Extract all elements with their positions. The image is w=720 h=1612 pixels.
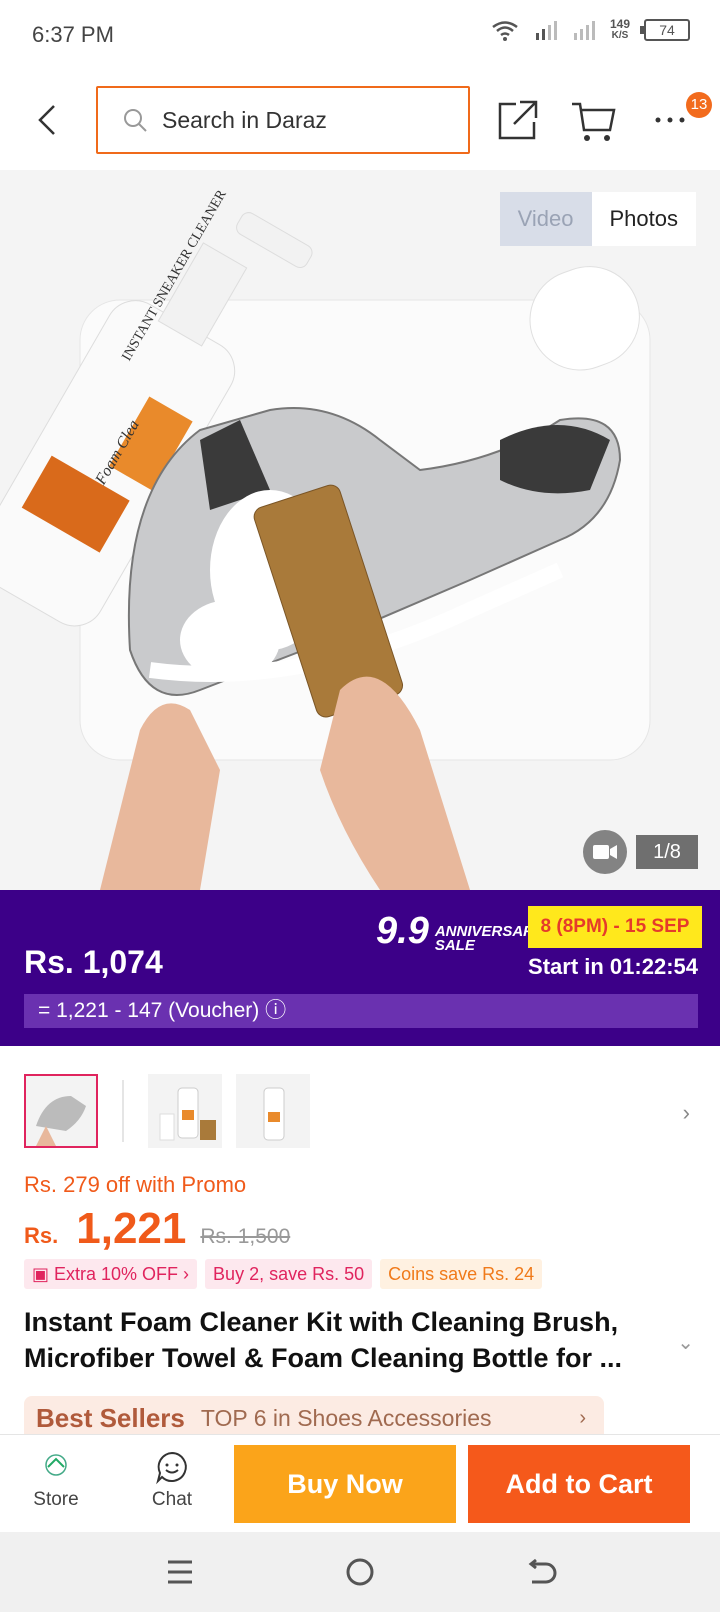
promo-code-text[interactable]: Rs. 279 off with Promo: [24, 1172, 246, 1198]
net-speed: 149 K/S: [609, 17, 630, 41]
system-nav-bar: [0, 1532, 720, 1612]
thumbnail-3[interactable]: [236, 1074, 310, 1148]
cart-icon[interactable]: [570, 96, 618, 144]
price-block: Rs. 1,221 Rs. 1,500: [24, 1204, 290, 1254]
expand-title-icon[interactable]: ⌄: [677, 1330, 694, 1355]
bottom-action-bar: Store Chat Buy Now Add to Cart: [0, 1434, 720, 1532]
best-seller-rank: TOP 6 in Shoes Accessories: [200, 1404, 492, 1431]
back-icon[interactable]: [30, 100, 70, 140]
thumbnail-2[interactable]: [148, 1074, 222, 1148]
back-nav-icon[interactable]: [520, 1552, 560, 1592]
tab-video[interactable]: Video: [499, 192, 592, 246]
current-price: 1,221: [76, 1204, 187, 1253]
wifi-icon: [492, 21, 518, 41]
campaign-countdown: Start in 01:22:54: [528, 954, 698, 979]
voucher-icon: ▣: [32, 1264, 55, 1284]
home-icon[interactable]: [340, 1552, 380, 1592]
image-counter: 1/8: [636, 835, 698, 869]
offer-chips: ▣ Extra 10% OFF › Buy 2, save Rs. 50 Coi…: [24, 1259, 543, 1289]
store-logo-icon: [45, 1454, 67, 1476]
search-icon: [124, 109, 147, 132]
product-title: Instant Foam Cleaner Kit with Cleaning B…: [24, 1307, 623, 1373]
store-label: Store: [33, 1489, 79, 1510]
extra-off-chip[interactable]: ▣ Extra 10% OFF ›: [24, 1259, 198, 1289]
campaign-price: Rs. 1,074: [24, 944, 163, 980]
signal-icon: [535, 21, 557, 40]
thumbnail-strip: ›: [0, 1074, 720, 1152]
battery-icon: 74: [640, 19, 690, 41]
add-to-cart-button[interactable]: Add to Cart: [468, 1445, 690, 1523]
status-bar: 6:37 PM 149 K/S 74: [0, 0, 720, 72]
buy-now-button[interactable]: Buy Now: [234, 1445, 456, 1523]
voucher-breakdown[interactable]: = 1,221 - 147 (Voucher) ⓘ: [24, 994, 698, 1028]
status-icons: 149 K/S 74: [490, 18, 690, 42]
original-price: Rs. 1,500: [200, 1225, 291, 1248]
coins-chip[interactable]: Coins save Rs. 24: [380, 1259, 543, 1289]
store-button[interactable]: Store: [18, 1447, 94, 1511]
extra-off-label: Extra 10% OFF: [54, 1264, 179, 1284]
video-camera-icon[interactable]: [583, 830, 627, 874]
bundle-chip[interactable]: Buy 2, save Rs. 50: [205, 1259, 373, 1289]
product-image-gallery[interactable]: INSTANT SNEAKER CLEANER Foam Clea Video …: [0, 170, 720, 890]
thumbnail-next-icon[interactable]: ›: [683, 1100, 690, 1126]
net-speed-unit: K/S: [611, 30, 629, 41]
net-speed-value: 149: [609, 17, 630, 31]
signal-icon-2: [573, 21, 595, 40]
product-photo: INSTANT SNEAKER CLEANER Foam Clea: [0, 187, 651, 890]
thumbnail-divider: [122, 1080, 124, 1142]
media-tabs: Video Photos: [499, 192, 696, 246]
campaign-name-line2: SALE: [434, 937, 475, 954]
share-icon[interactable]: [494, 96, 542, 144]
search-input[interactable]: Search in Daraz: [96, 86, 470, 154]
status-time: 6:37 PM: [32, 22, 114, 47]
best-seller-label: Best Sellers: [36, 1402, 185, 1433]
menu-icon[interactable]: [160, 1552, 200, 1592]
chevron-right-icon: ›: [579, 1406, 586, 1429]
thumbnail-1[interactable]: [24, 1074, 98, 1148]
campaign-banner[interactable]: 9.9 ANNIVERSARY SALE 8 (8PM) - 15 SEP Rs…: [0, 890, 720, 1046]
campaign-date: 8 (8PM) - 15 SEP: [528, 906, 702, 948]
chat-icon: [156, 1451, 187, 1485]
cart-count-badge: 13: [686, 92, 712, 118]
campaign-logo: 9.9 ANNIVERSARY SALE: [376, 910, 544, 953]
top-header: Search in Daraz 13: [0, 72, 720, 170]
search-placeholder: Search in Daraz: [162, 106, 327, 133]
chat-button[interactable]: Chat: [134, 1447, 210, 1511]
chevron-right-icon: ›: [178, 1264, 190, 1284]
tab-photos[interactable]: Photos: [591, 192, 696, 246]
campaign-number: 9.9: [376, 910, 429, 952]
price-currency: Rs.: [24, 1223, 59, 1248]
chat-label: Chat: [151, 1489, 193, 1510]
